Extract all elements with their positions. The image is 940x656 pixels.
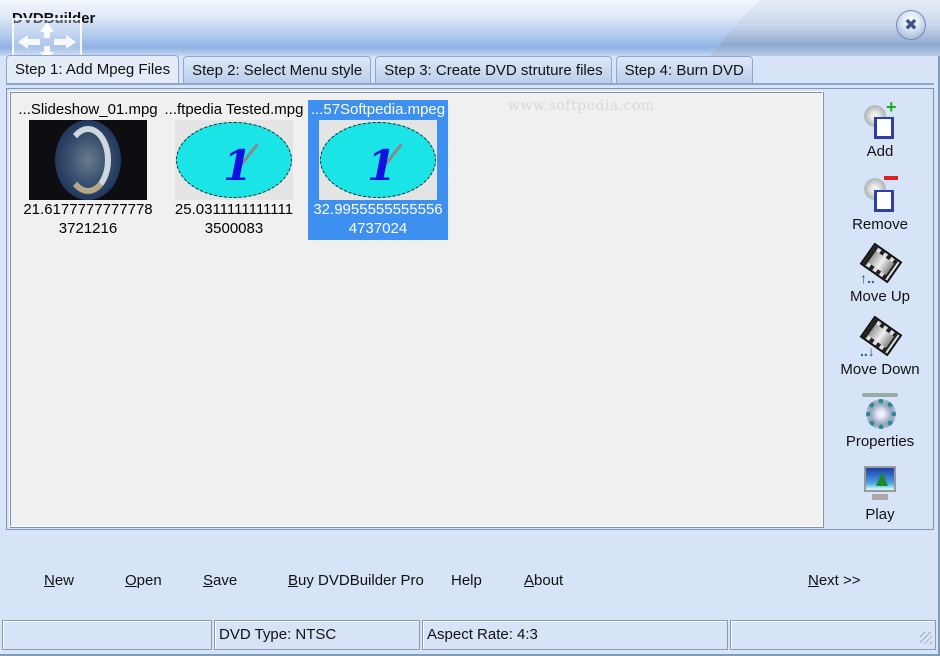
status-aspect-rate: Aspect Rate: 4:3 xyxy=(422,620,728,650)
move-down-button[interactable]: ..↓ Move Down xyxy=(827,313,933,385)
move-up-film-icon: ↑.. xyxy=(859,242,903,286)
slideshow-thumbnail xyxy=(29,120,147,200)
status-cell-empty xyxy=(2,620,212,650)
play-label: Play xyxy=(865,506,895,523)
file-size: 4737024 xyxy=(348,220,408,237)
watermark: www.softpedia.com xyxy=(508,98,655,114)
file-item[interactable]: ...Slideshow_01.mpg 21.6177777777778 372… xyxy=(18,100,158,240)
save-link[interactable]: Save xyxy=(203,572,237,589)
clock-thumbnail: 1 xyxy=(175,120,293,200)
open-link[interactable]: Open xyxy=(125,572,162,589)
status-dvd-type: DVD Type: NTSC xyxy=(214,620,420,650)
move-up-label: Move Up xyxy=(849,288,911,305)
clock-thumbnail: 1 xyxy=(319,120,437,200)
clock-digit: 1 xyxy=(367,141,397,190)
file-duration: 32.9955555555556 xyxy=(313,201,443,218)
file-name: ...Slideshow_01.mpg xyxy=(18,101,158,118)
add-label: Add xyxy=(866,143,894,160)
file-size: 3500083 xyxy=(204,220,264,237)
file-list[interactable]: www.softpedia.com ...Slideshow_01.mpg 21… xyxy=(9,91,823,527)
play-button[interactable]: Play xyxy=(827,458,933,530)
remove-file-icon xyxy=(860,174,900,214)
swirl-image xyxy=(65,126,111,194)
move-down-label: Move Down xyxy=(840,361,920,378)
close-button[interactable]: ✖ xyxy=(896,10,926,40)
properties-gear-icon xyxy=(860,391,900,431)
file-item-selected[interactable]: ...57Softpedia.mpeg 1 32.9955555555556 4… xyxy=(308,100,448,240)
tab-divider xyxy=(6,83,934,85)
dvdbuilder-window: DVDBuilder ✖ Step 1: Add Mpeg Files Step… xyxy=(0,0,940,656)
play-monitor-icon xyxy=(860,464,900,504)
remove-label: Remove xyxy=(852,216,908,233)
close-icon: ✖ xyxy=(904,17,918,34)
tab-step-3[interactable]: Step 3: Create DVD struture files xyxy=(375,56,612,83)
move-down-film-icon: ..↓ xyxy=(859,315,903,359)
file-item[interactable]: ...ftpedia Tested.mpg 1 25.0311111111111… xyxy=(164,100,304,240)
file-size: 3721216 xyxy=(58,220,118,237)
about-link[interactable]: About xyxy=(524,572,563,589)
next-link[interactable]: Next >> xyxy=(808,572,861,589)
tab-step-4[interactable]: Step 4: Burn DVD xyxy=(615,56,753,83)
resize-grip-icon[interactable] xyxy=(920,632,932,644)
status-cell-empty-2 xyxy=(730,620,936,650)
buy-pro-link[interactable]: Buy DVDBuilder Pro xyxy=(288,572,424,589)
remove-button[interactable]: Remove xyxy=(827,168,933,240)
status-bar: DVD Type: NTSC Aspect Rate: 4:3 xyxy=(2,620,936,650)
help-link[interactable]: Help xyxy=(451,572,482,589)
clock-face: 1 xyxy=(320,122,436,198)
new-link[interactable]: New xyxy=(44,572,74,589)
properties-label: Properties xyxy=(845,433,915,450)
file-duration: 25.0311111111111 xyxy=(174,201,294,218)
tab-step-1[interactable]: Step 1: Add Mpeg Files xyxy=(6,55,180,84)
properties-button[interactable]: Properties xyxy=(827,385,933,457)
clock-face: 1 xyxy=(176,122,292,198)
add-file-icon: + xyxy=(860,97,900,141)
file-name: ...57Softpedia.mpeg xyxy=(310,101,446,118)
file-name: ...ftpedia Tested.mpg xyxy=(164,101,304,118)
bottom-links: New Open Save Buy DVDBuilder Pro Help Ab… xyxy=(0,572,940,592)
tab-step-2[interactable]: Step 2: Select Menu style xyxy=(183,56,372,83)
clock-digit: 1 xyxy=(223,141,253,190)
step-tabs: Step 1: Add Mpeg Files Step 2: Select Me… xyxy=(6,55,757,84)
tab-panel-add-files: www.softpedia.com ...Slideshow_01.mpg 21… xyxy=(6,88,934,530)
move-up-button[interactable]: ↑.. Move Up xyxy=(827,240,933,312)
file-duration: 21.6177777777778 xyxy=(23,201,153,218)
add-button[interactable]: + Add xyxy=(827,95,933,167)
title-bar[interactable]: DVDBuilder ✖ xyxy=(0,0,940,66)
file-toolbar: + Add Remove ↑.. Move Up ..↓ Move Down P… xyxy=(827,89,933,529)
